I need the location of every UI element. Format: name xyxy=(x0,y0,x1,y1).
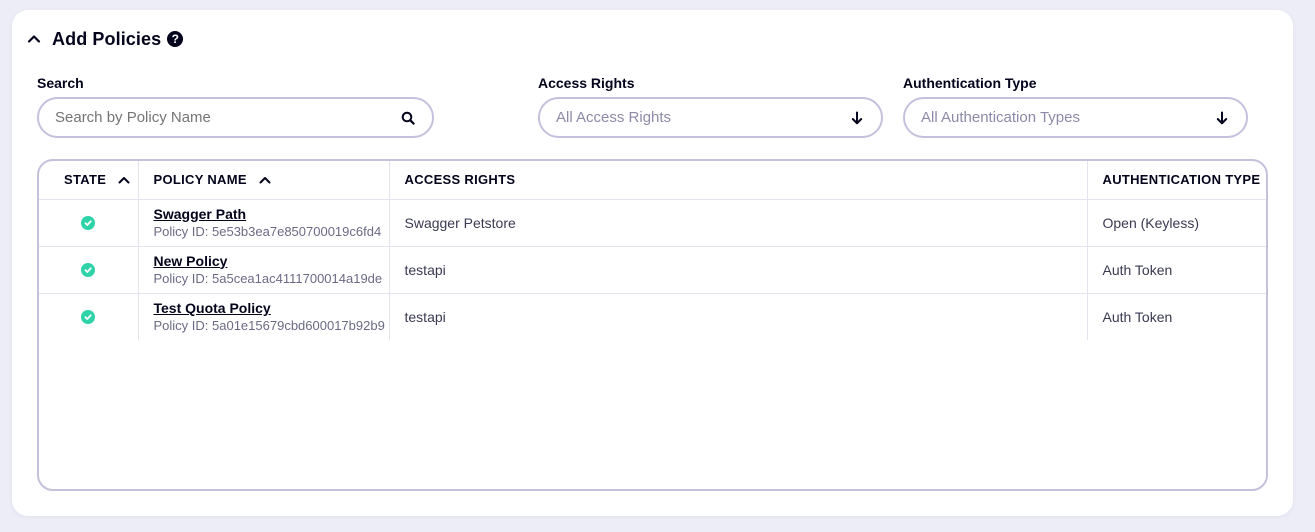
policy-name-cell: New Policy Policy ID: 5a5cea1ac411170001… xyxy=(137,246,389,294)
column-header-policy-name[interactable]: Policy Name xyxy=(137,161,389,200)
column-header-state[interactable]: State xyxy=(39,161,138,200)
state-cell xyxy=(39,246,138,294)
policy-id: Policy ID: 5a01e15679cbd600017b92b9 xyxy=(153,317,385,333)
auth-type-label: Authentication Type xyxy=(903,75,1037,91)
chevron-up-icon[interactable] xyxy=(118,173,130,188)
chevron-up-icon[interactable] xyxy=(259,173,271,188)
table-row[interactable]: New Policy Policy ID: 5a5cea1ac411170001… xyxy=(39,246,1266,294)
search-icon[interactable] xyxy=(400,110,416,126)
table-row[interactable]: Swagger Path Policy ID: 5e53b3ea7e850700… xyxy=(39,199,1266,247)
arrow-down-icon xyxy=(849,110,865,126)
search-field xyxy=(37,97,434,138)
table-row[interactable]: Test Quota Policy Policy ID: 5a01e15679c… xyxy=(39,293,1266,340)
policy-name-cell: Test Quota Policy Policy ID: 5a01e15679c… xyxy=(137,293,389,340)
column-header-policy-name-label: Policy Name xyxy=(153,171,247,187)
auth-type-select[interactable]: All Authentication Types xyxy=(903,97,1248,138)
column-header-access-rights: Access Rights xyxy=(388,161,1087,200)
access-rights-cell: testapi xyxy=(388,246,1087,294)
search-label: Search xyxy=(37,75,84,91)
policy-name-cell: Swagger Path Policy ID: 5e53b3ea7e850700… xyxy=(137,199,389,247)
search-input[interactable] xyxy=(55,109,400,126)
panel-header-toggle[interactable]: Add Policies ? xyxy=(26,27,184,51)
auth-type-value: All Authentication Types xyxy=(921,109,1080,126)
auth-type-cell: Auth Token xyxy=(1086,293,1266,340)
state-cell xyxy=(39,199,138,247)
panel-title: Add Policies xyxy=(52,28,162,49)
policy-name-link[interactable]: Test Quota Policy xyxy=(154,300,374,317)
state-cell xyxy=(39,293,138,340)
check-circle-icon xyxy=(81,262,96,277)
auth-type-cell: Open (Keyless) xyxy=(1086,199,1266,247)
policies-table: State Policy Name Access Rights Authenti… xyxy=(37,159,1268,491)
access-rights-select[interactable]: All Access Rights xyxy=(538,97,883,138)
arrow-down-icon xyxy=(1214,110,1230,126)
access-rights-cell: testapi xyxy=(388,293,1087,340)
check-circle-icon xyxy=(81,309,96,324)
access-rights-label: Access Rights xyxy=(538,75,635,91)
access-rights-cell: Swagger Petstore xyxy=(388,199,1087,247)
column-header-state-label: State xyxy=(64,171,107,187)
policy-name-link[interactable]: Swagger Path xyxy=(154,206,374,223)
table-header-row: State Policy Name Access Rights Authenti… xyxy=(39,161,1266,200)
auth-type-cell: Auth Token xyxy=(1086,246,1266,294)
access-rights-value: All Access Rights xyxy=(556,109,672,126)
column-header-auth-type: Authentication Type xyxy=(1086,161,1266,200)
policy-id: Policy ID: 5e53b3ea7e850700019c6fd4 xyxy=(153,223,382,239)
policy-name-link[interactable]: New Policy xyxy=(154,253,374,270)
check-circle-icon xyxy=(81,215,96,230)
policy-id: Policy ID: 5a5cea1ac4111700014a19de xyxy=(153,270,383,286)
help-icon[interactable]: ? xyxy=(167,31,184,47)
chevron-up-icon[interactable] xyxy=(26,31,42,47)
